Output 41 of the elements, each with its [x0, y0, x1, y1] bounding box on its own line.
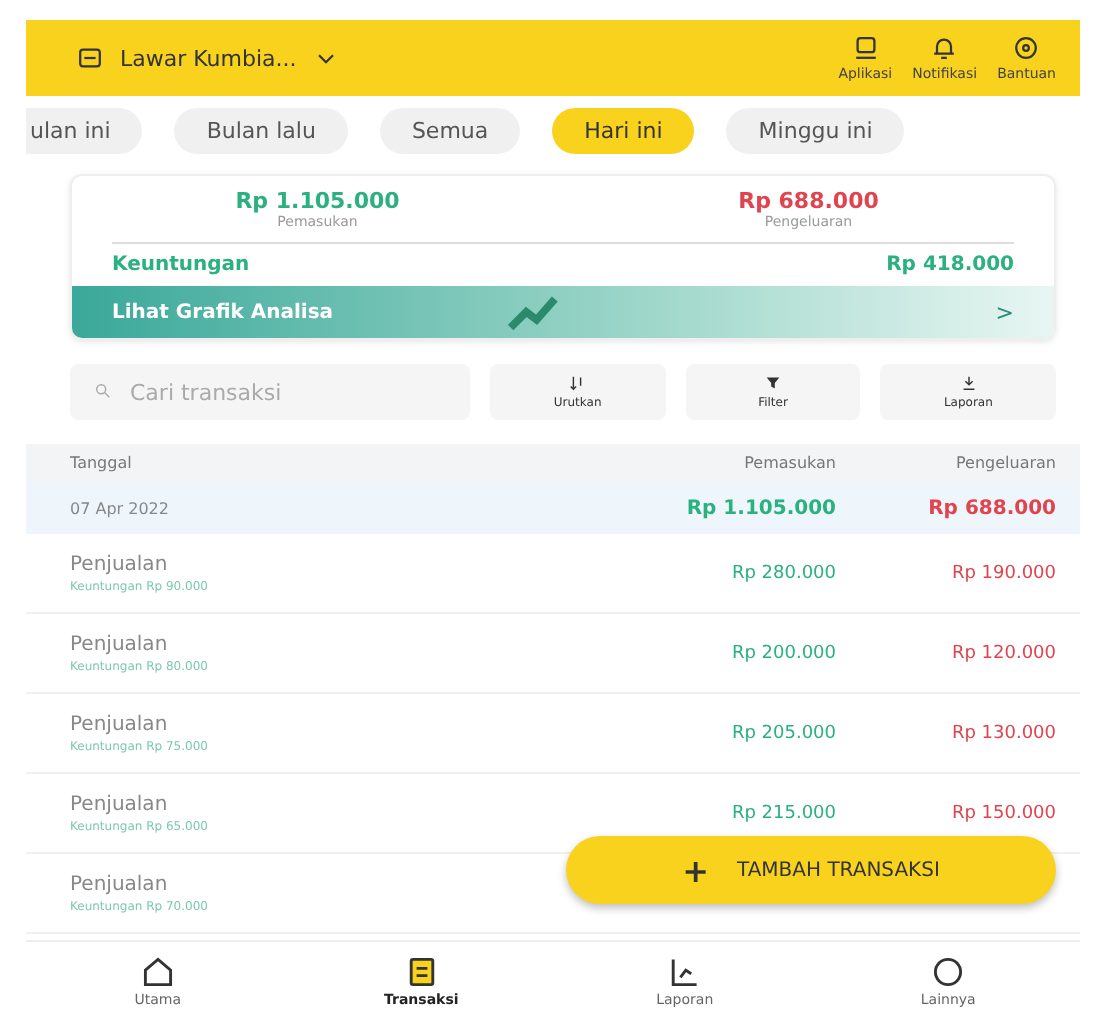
- business-name[interactable]: Lawar Kumbia...: [120, 45, 297, 71]
- expense-cell-text: Rp 130.000: [949, 723, 1056, 743]
- search-icon: [94, 382, 112, 400]
- chart-link-label: Lihat Grafik Analisa: [112, 301, 334, 323]
- transaction-title: Penjualan: [70, 553, 170, 575]
- period-tab[interactable]: ulan ini: [26, 108, 143, 154]
- period-tab[interactable]: Minggu ini: [726, 108, 905, 154]
- transaction-title: Penjualan: [70, 873, 170, 895]
- expense-cell-text: Rp 190.000: [949, 563, 1056, 583]
- expense-cell-text: Rp 150.000: [949, 803, 1056, 823]
- column-header: Pemasukan: [742, 454, 836, 472]
- period-tab[interactable]: Semua: [379, 108, 521, 154]
- house-icon: [139, 954, 176, 990]
- expense-cell-text: Rp 120.000: [949, 643, 1056, 663]
- expense-amount: Rp 688.000: [738, 188, 879, 214]
- download-icon: [959, 374, 978, 392]
- date-cell-text: 07 Apr 2022: [70, 499, 171, 517]
- income-amount: Rp 1.105.000: [235, 188, 400, 214]
- income-cell-text: Rp 205.000: [729, 723, 836, 743]
- column-header: Pengeluaran: [954, 454, 1056, 472]
- bell-icon: [930, 34, 959, 62]
- column-header: Tanggal: [70, 454, 134, 472]
- transaction-title: Penjualan: [70, 713, 170, 735]
- period-tab[interactable]: Hari ini: [552, 108, 695, 154]
- income-cell-text: Rp 200.000: [729, 643, 836, 663]
- income-cell-text: Rp 215.000: [729, 803, 836, 823]
- profit-amount: Rp 418.000: [886, 254, 1014, 276]
- sort-icon: [568, 374, 587, 392]
- transaction-title: Penjualan: [70, 793, 170, 815]
- chart-link-banner[interactable]: Lihat Grafik Analisa >: [72, 286, 1054, 338]
- add-transaction-button[interactable]: + TAMBAH TRANSAKSI: [566, 836, 1056, 904]
- funnel-icon: [764, 374, 782, 392]
- profit-label: Keuntungan: [112, 254, 250, 276]
- chart-icon: [666, 954, 703, 990]
- income-total: Rp 1.105.000: [684, 497, 836, 519]
- search-field[interactable]: Cari transaksi: [70, 364, 470, 420]
- period-tab[interactable]: Bulan lalu: [174, 108, 348, 154]
- income-cell-text: Rp 280.000: [729, 563, 836, 583]
- transaction-title: Penjualan: [70, 633, 170, 655]
- chevron-right-icon: >: [995, 299, 1014, 325]
- expense-total: Rp 688.000: [926, 497, 1056, 519]
